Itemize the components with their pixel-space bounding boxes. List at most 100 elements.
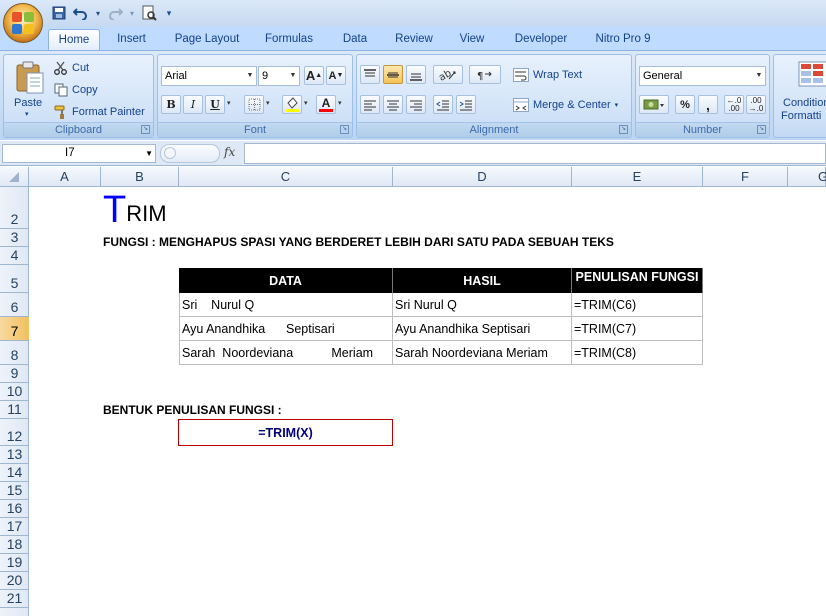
copy-button[interactable]: Copy [54, 83, 98, 97]
column-header-b[interactable]: B [101, 167, 179, 187]
column-header-d[interactable]: D [393, 167, 572, 187]
redo-dropdown-icon[interactable]: ▾ [128, 5, 136, 22]
row-header-10[interactable]: 10 [0, 383, 29, 401]
row-header-21[interactable]: 21 [0, 590, 29, 608]
column-header-e[interactable]: E [572, 167, 703, 187]
table-cell-d6[interactable]: Sri Nurul Q [393, 293, 572, 317]
row-header-8[interactable]: 8 [0, 341, 29, 365]
align-center-button[interactable] [383, 95, 403, 114]
table-cell-c8[interactable]: Sarah Noordeviana Meriam [179, 341, 393, 365]
borders-button[interactable] [244, 95, 264, 114]
table-cell-c6[interactable]: Sri Nurul Q [179, 293, 393, 317]
align-top-button[interactable] [360, 65, 380, 84]
row-header-3[interactable]: 3 [0, 229, 29, 247]
row-header-11[interactable]: 11 [0, 401, 29, 419]
row-header-12[interactable]: 12 [0, 419, 29, 446]
worksheet-grid[interactable]: T RIM FUNGSI : MENGHAPUS SPASI YANG BERDE… [29, 187, 826, 616]
column-header-f[interactable]: F [703, 167, 788, 187]
conditional-formatting-button[interactable]: Condition Formatti [774, 59, 826, 122]
font-name-select[interactable]: Arial ▼ [161, 66, 257, 86]
format-painter-button[interactable]: Format Painter [54, 105, 145, 119]
increase-indent-button[interactable] [456, 95, 476, 114]
increase-decimal-button[interactable]: ←.0 .00 [724, 95, 744, 114]
fill-color-dropdown-icon[interactable]: ▾ [304, 99, 308, 107]
column-header-c[interactable]: C [179, 167, 393, 187]
bold-button[interactable]: B [161, 95, 181, 114]
name-box[interactable]: I7 ▼ [2, 144, 156, 163]
font-launcher-icon[interactable]: ↘ [340, 125, 349, 134]
row-header-9[interactable]: 9 [0, 365, 29, 383]
paste-button[interactable]: Paste ▾ [8, 59, 52, 121]
tab-view[interactable]: View [452, 29, 492, 50]
table-cell-e8[interactable]: =TRIM(C8) [572, 341, 703, 365]
underline-dropdown-icon[interactable]: ▾ [227, 99, 231, 107]
align-bottom-button[interactable] [406, 65, 426, 84]
row-header-19[interactable]: 19 [0, 554, 29, 572]
formula-input[interactable] [244, 143, 826, 164]
merge-center-button[interactable]: Merge & Center ▾ [513, 98, 618, 112]
row-header-20[interactable]: 20 [0, 572, 29, 590]
wrap-text-button[interactable]: Wrap Text [513, 68, 582, 82]
fill-color-button[interactable] [282, 95, 302, 114]
redo-icon[interactable] [106, 5, 124, 22]
number-format-select[interactable]: General ▼ [639, 66, 766, 86]
decrease-indent-button[interactable] [433, 95, 453, 114]
table-cell-d8[interactable]: Sarah Noordeviana Meriam [393, 341, 572, 365]
align-middle-button[interactable] [383, 65, 403, 84]
row-header-18[interactable]: 18 [0, 536, 29, 554]
row-header-16[interactable]: 16 [0, 500, 29, 518]
font-color-button[interactable]: A [316, 95, 336, 114]
select-all-button[interactable] [0, 167, 29, 187]
table-cell-e6[interactable]: =TRIM(C6) [572, 293, 703, 317]
office-button[interactable] [3, 3, 43, 43]
comma-button[interactable]: , [698, 95, 718, 114]
underline-button[interactable]: U [205, 95, 225, 114]
bentuk-formula-box[interactable]: =TRIM(X) [178, 419, 393, 446]
clipboard-launcher-icon[interactable]: ↘ [141, 125, 150, 134]
font-size-select[interactable]: 9 ▼ [258, 66, 300, 86]
insert-function-icon[interactable]: fx [224, 145, 235, 159]
row-header-15[interactable]: 15 [0, 482, 29, 500]
align-right-button[interactable] [406, 95, 426, 114]
column-header-g[interactable]: G [788, 167, 826, 187]
row-header-7[interactable]: 7 [0, 317, 29, 341]
table-cell-d7[interactable]: Ayu Anandhika Septisari [393, 317, 572, 341]
percent-button[interactable]: % [675, 95, 695, 114]
table-cell-c7[interactable]: Ayu Anandhika Septisari [179, 317, 393, 341]
row-header-2[interactable]: 2 [0, 187, 29, 229]
table-cell-e7[interactable]: =TRIM(C7) [572, 317, 703, 341]
tab-nitro-pro[interactable]: Nitro Pro 9 [588, 29, 658, 50]
row-header-14[interactable]: 14 [0, 464, 29, 482]
row-header-4[interactable]: 4 [0, 247, 29, 265]
italic-button[interactable]: I [183, 95, 203, 114]
shrink-font-button[interactable]: A ▼ [326, 66, 346, 85]
tab-review[interactable]: Review [388, 29, 440, 50]
column-header-a[interactable]: A [29, 167, 101, 187]
tab-developer[interactable]: Developer [508, 29, 574, 50]
borders-dropdown-icon[interactable]: ▾ [266, 99, 270, 107]
align-left-button[interactable] [360, 95, 380, 114]
number-launcher-icon[interactable]: ↘ [757, 125, 766, 134]
cut-button[interactable]: Cut [54, 61, 89, 75]
decrease-decimal-button[interactable]: .00 →.0 [746, 95, 766, 114]
row-header-13[interactable]: 13 [0, 446, 29, 464]
tab-insert[interactable]: Insert [108, 29, 155, 50]
customize-icon[interactable]: ▾ [162, 5, 176, 22]
tab-formulas[interactable]: Formulas [258, 29, 320, 50]
row-header-6[interactable]: 6 [0, 293, 29, 317]
grow-font-button[interactable]: A ▲ [304, 66, 324, 85]
formula-bar-divider-handle[interactable] [160, 144, 220, 163]
tab-page-layout[interactable]: Page Layout [168, 29, 246, 50]
font-color-dropdown-icon[interactable]: ▾ [338, 99, 342, 107]
tab-data[interactable]: Data [336, 29, 374, 50]
tab-home[interactable]: Home [48, 29, 100, 50]
print-preview-icon[interactable] [140, 5, 158, 22]
alignment-launcher-icon[interactable]: ↘ [619, 125, 628, 134]
undo-dropdown-icon[interactable]: ▾ [94, 5, 102, 22]
accounting-format-button[interactable] [639, 95, 669, 114]
undo-icon[interactable] [72, 5, 90, 22]
row-header-17[interactable]: 17 [0, 518, 29, 536]
orientation-button[interactable]: ab [433, 65, 463, 84]
row-header-5[interactable]: 5 [0, 265, 29, 293]
text-direction-button[interactable]: ¶ [469, 65, 501, 84]
